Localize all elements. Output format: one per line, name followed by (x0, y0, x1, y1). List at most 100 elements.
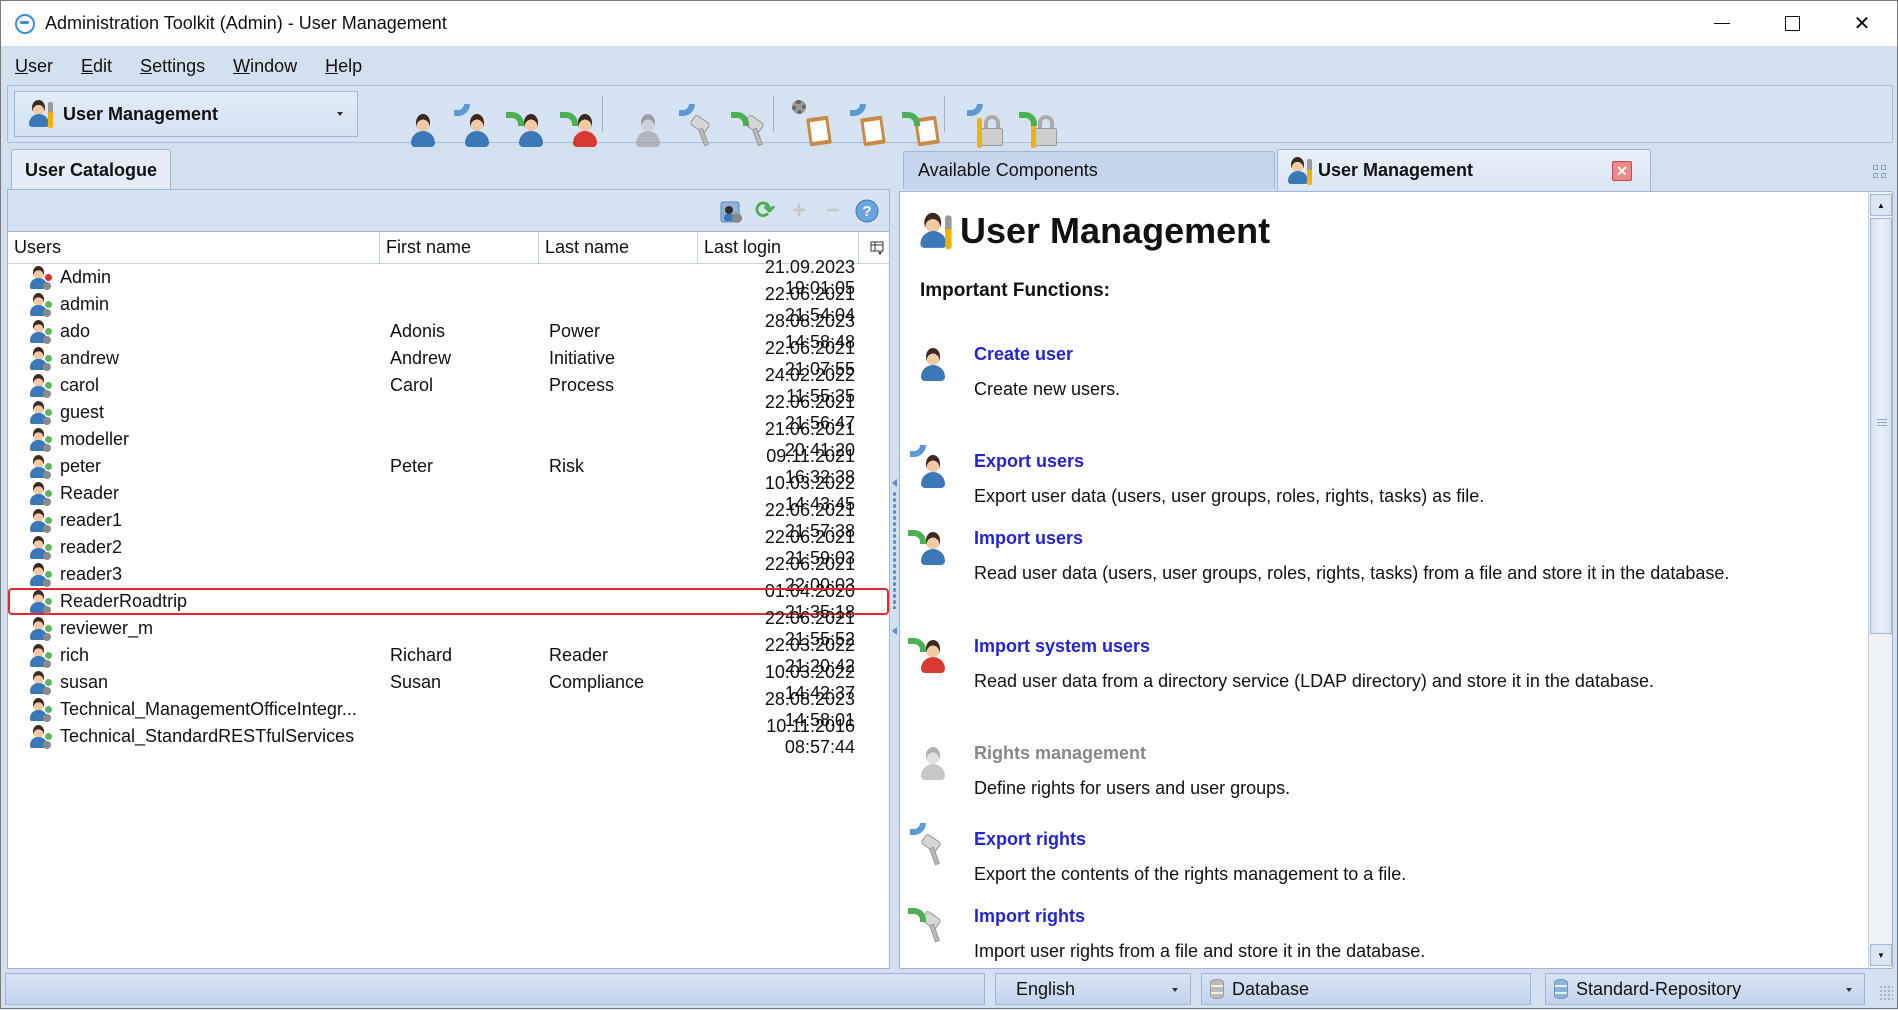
column-chooser-icon (870, 241, 884, 255)
function-description: Export user data (users, user groups, ro… (974, 486, 1485, 506)
table-row[interactable]: Technical_StandardRESTfulServices 10.11.2… (8, 716, 889, 757)
export-security-button[interactable] (955, 92, 1003, 148)
splitter-grip[interactable] (892, 491, 897, 609)
export-users-button[interactable] (442, 92, 489, 147)
cell-last-name: Power (549, 321, 601, 341)
remove-icon[interactable]: − (819, 197, 847, 225)
import-users-icon[interactable] (908, 528, 974, 584)
function-link[interactable]: Rights management (974, 743, 1290, 764)
cell-last-login: 10.11.2016 08:57:44 (766, 715, 855, 757)
function-link[interactable]: Export rights (974, 829, 1406, 850)
resize-grip[interactable] (1879, 985, 1893, 1001)
column-header-first-name[interactable]: First name (380, 232, 539, 263)
toolbar-separator (944, 96, 945, 132)
cell-first-name: Peter (390, 456, 434, 476)
config-settings-button[interactable] (784, 92, 832, 147)
tab-available-components[interactable]: Available Components (903, 151, 1275, 189)
function-import-users: Import users Read user data (users, user … (908, 528, 1729, 584)
column-header-last-name[interactable]: Last name (539, 232, 698, 263)
minimize-button[interactable] (1687, 1, 1757, 46)
help-icon[interactable]: ? (853, 197, 881, 225)
minimize-icon (1714, 23, 1730, 24)
function-link[interactable]: Import users (974, 528, 1729, 549)
user-icon (30, 670, 52, 695)
tab-user-management[interactable]: User Management ✕ (1277, 149, 1651, 191)
chevron-down-icon (1846, 988, 1852, 992)
user-name: carol (60, 375, 100, 395)
scroll-thumb[interactable] (1870, 218, 1892, 634)
scroll-down-button[interactable]: ▼ (1870, 944, 1892, 966)
tab-list-button[interactable] (1873, 165, 1887, 179)
user-name: reviewer_m (60, 618, 154, 638)
import-rights-button[interactable] (721, 92, 765, 147)
function-link[interactable]: Create user (974, 344, 1120, 365)
cell-first-name: Adonis (390, 321, 446, 341)
chevron-down-icon (337, 112, 343, 116)
collapse-right-icon[interactable] (892, 627, 897, 635)
user-name: ReaderRoadtrip (60, 591, 188, 611)
cell-user: reader3 (8, 562, 380, 587)
import-config-button[interactable] (892, 92, 940, 147)
language-dropdown[interactable]: English (995, 973, 1191, 1005)
export-users-icon[interactable] (910, 445, 974, 507)
cell-user: rich (8, 643, 380, 668)
page-title-text: User Management (960, 210, 1271, 251)
close-button[interactable]: ✕ (1827, 1, 1897, 46)
menu-settings[interactable]: Settings (140, 56, 205, 77)
import-rights-icon[interactable] (908, 906, 974, 962)
panel-splitter[interactable] (890, 189, 899, 969)
menu-edit[interactable]: Edit (81, 56, 112, 77)
vertical-scrollbar[interactable]: ▲ ▼ (1868, 192, 1892, 968)
function-description: Read user data from a directory service … (974, 671, 1654, 691)
chevron-down-icon (1172, 988, 1178, 992)
add-icon[interactable]: + (785, 197, 813, 225)
cell-first-name: Richard (390, 645, 453, 665)
import-users-button[interactable] (496, 92, 543, 147)
refresh-icon[interactable]: ⟳ (751, 197, 779, 225)
export-config-button[interactable] (838, 92, 886, 147)
user-icon (30, 319, 52, 344)
maximize-button[interactable] (1757, 1, 1827, 46)
rights-management-button[interactable] (613, 92, 660, 147)
import-security-button[interactable] (1009, 92, 1057, 148)
perspective-dropdown[interactable]: User Management (14, 91, 358, 137)
create-user-icon[interactable] (920, 344, 974, 400)
collapse-left-icon[interactable] (892, 479, 897, 487)
cell-user: reviewer_m (8, 616, 380, 641)
user-name: reader1 (60, 510, 123, 530)
function-export-users: Export users Export user data (users, use… (910, 445, 1485, 507)
column-chooser-button[interactable] (859, 232, 889, 263)
import-system-users-button[interactable] (550, 92, 597, 147)
rights-management-icon[interactable] (920, 743, 974, 799)
export-rights-icon[interactable] (910, 823, 974, 885)
function-link[interactable]: Export users (974, 451, 1484, 472)
user-icon (30, 400, 52, 425)
user-name: Technical_ManagementOfficeIntegr... (60, 699, 357, 719)
cell-user: Technical_ManagementOfficeIntegr... (8, 697, 380, 722)
tab-user-catalogue[interactable]: User Catalogue (11, 149, 171, 191)
function-link[interactable]: Import rights (974, 906, 1425, 927)
export-rights-button[interactable] (667, 92, 711, 147)
user-name: susan (60, 672, 109, 692)
menu-window[interactable]: Window (233, 56, 297, 77)
window-title: Administration Toolkit (Admin) - User Ma… (45, 13, 447, 33)
import-system-users-icon[interactable] (908, 636, 974, 692)
scroll-up-button[interactable]: ▲ (1870, 194, 1892, 216)
user-icon (30, 616, 52, 641)
repository-dropdown[interactable]: Standard-Repository (1545, 973, 1865, 1005)
menu-user[interactable]: User (15, 56, 53, 77)
user-properties-icon[interactable] (717, 197, 745, 225)
menu-help[interactable]: Help (325, 56, 362, 77)
right-tabstrip: Available Components User Management ✕ (899, 149, 1893, 191)
user-icon (30, 346, 52, 371)
database-indicator: Database (1201, 973, 1531, 1005)
user-icon (30, 643, 52, 668)
cell-user: ado (8, 319, 380, 344)
user-name: Admin (60, 267, 112, 287)
create-user-button[interactable] (388, 92, 435, 147)
close-tab-button[interactable]: ✕ (1612, 161, 1632, 181)
list-toolbar: ⟳ + − ? (8, 190, 889, 232)
function-link[interactable]: Import system users (974, 636, 1654, 657)
column-header-users[interactable]: Users (8, 232, 380, 263)
user-management-icon (1288, 156, 1312, 185)
